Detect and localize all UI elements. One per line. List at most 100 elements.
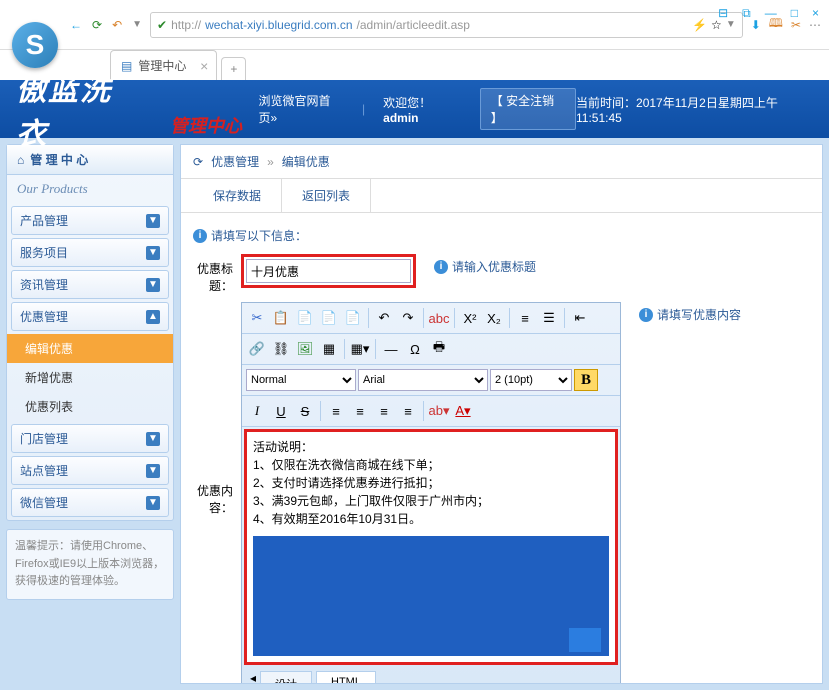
content-line: 活动说明：	[253, 438, 609, 456]
separator: |	[362, 102, 365, 116]
superscript-icon[interactable]: X²	[459, 307, 481, 329]
title-input[interactable]	[246, 259, 411, 283]
info-icon: i	[639, 308, 653, 322]
content-line: 3、满39元包邮，上门取件仅限于广州市内；	[253, 492, 609, 510]
italic-icon[interactable]: I	[246, 400, 268, 422]
pin-icon[interactable]: ⊟	[718, 6, 728, 21]
align-left-icon[interactable]: ≡	[325, 400, 347, 422]
sidebar-item-news[interactable]: 资讯管理▼	[11, 270, 169, 299]
ul-icon[interactable]: ☰	[538, 307, 560, 329]
restore-icon[interactable]: ⧉	[742, 6, 751, 21]
paste-word-icon[interactable]: 📄	[342, 307, 364, 329]
tab-handle-icon[interactable]: ◂	[250, 671, 256, 683]
strike-icon[interactable]: S	[294, 400, 316, 422]
chevron-down-icon: ▼	[146, 246, 160, 260]
breadcrumb-l1[interactable]: 优惠管理	[211, 153, 259, 170]
editor-content[interactable]: 活动说明： 1、仅限在洗衣微信商城在线下单； 2、支付时请选择优惠券进行抵扣； …	[244, 429, 618, 665]
save-button[interactable]: 保存数据	[193, 179, 282, 212]
sidebar-tip: 温馨提示：请使用Chrome、Firefox或IE9以上版本浏览器，获得极速的管…	[6, 529, 174, 600]
content-image-placeholder	[253, 536, 609, 656]
font-select[interactable]: Arial	[358, 369, 488, 391]
info-icon: i	[434, 260, 448, 274]
sidebar-item-site[interactable]: 站点管理▼	[11, 456, 169, 485]
info-icon: i	[193, 229, 207, 243]
shield-icon: ✔	[157, 18, 167, 32]
url-domain: wechat-xiyi.bluegrid.com.cn	[205, 18, 352, 32]
chevron-up-icon: ▲	[146, 310, 160, 324]
highlight-icon[interactable]: ab▾	[428, 400, 450, 422]
sidebar-item-add-promo[interactable]: 新增优惠	[7, 363, 173, 392]
undo-icon[interactable]: ↶	[373, 307, 395, 329]
sidebar-item-service[interactable]: 服务项目▼	[11, 238, 169, 267]
refresh-icon[interactable]: ⟳	[193, 155, 203, 169]
unlink-icon[interactable]: ⛓	[270, 338, 292, 360]
tab-title: 管理中心	[138, 57, 186, 74]
image-icon[interactable]: 🖼	[294, 338, 316, 360]
sidebar-item-product[interactable]: 产品管理▼	[11, 206, 169, 235]
char-icon[interactable]: Ω	[404, 338, 426, 360]
text-color-icon[interactable]: A▾	[452, 400, 474, 422]
back-button[interactable]: 返回列表	[282, 179, 371, 212]
sidebar-item-edit-promo[interactable]: 编辑优惠	[7, 334, 173, 363]
align-justify-icon[interactable]: ≡	[397, 400, 419, 422]
paste-icon[interactable]: 📄	[294, 307, 316, 329]
maximize-icon[interactable]: □	[791, 6, 798, 21]
lightning-icon[interactable]: ⚡	[692, 18, 707, 32]
bold-button[interactable]: B	[574, 369, 598, 391]
tab-html[interactable]: HTML	[316, 671, 376, 683]
align-right-icon[interactable]: ≡	[373, 400, 395, 422]
content-line: 1、仅限在洗衣微信商城在线下单；	[253, 456, 609, 474]
cut-icon[interactable]: ✂	[246, 307, 268, 329]
url-path: /admin/articleedit.asp	[357, 18, 470, 32]
tab-design[interactable]: 设计	[260, 671, 312, 683]
paste-text-icon[interactable]: 📄	[318, 307, 340, 329]
content-line: 2、支付时请选择优惠券进行抵扣；	[253, 474, 609, 492]
link-icon[interactable]: 🔗	[246, 338, 268, 360]
chevron-down-icon: ▼	[146, 214, 160, 228]
content-line: 4、有效期至2016年10月31日。	[253, 510, 609, 528]
subscript-icon[interactable]: X₂	[483, 307, 505, 329]
url-protocol: http://	[171, 18, 201, 32]
copy-icon[interactable]: 📋	[270, 307, 292, 329]
size-select[interactable]: 2 (10pt)	[490, 369, 572, 391]
underline-icon[interactable]: U	[270, 400, 292, 422]
close-window-icon[interactable]: ×	[812, 6, 819, 21]
sidebar-item-wechat[interactable]: 微信管理▼	[11, 488, 169, 517]
format-select[interactable]: Normal	[246, 369, 356, 391]
minimize-icon[interactable]: —	[765, 6, 777, 21]
sidebar-item-promo-list[interactable]: 优惠列表	[7, 392, 173, 421]
form-hint: i请填写以下信息：	[193, 221, 810, 250]
logout-button[interactable]: 【 安全注销 】	[480, 88, 576, 130]
site-logo-sub: 管理中心	[170, 112, 242, 138]
content-label: 优惠内容：	[193, 302, 233, 516]
sidebar-item-store[interactable]: 门店管理▼	[11, 424, 169, 453]
outdent-icon[interactable]: ⇤	[569, 307, 591, 329]
ol-icon[interactable]: ≡	[514, 307, 536, 329]
browse-home-link[interactable]: 浏览微官网首页»	[258, 92, 344, 126]
table-icon[interactable]: ▦▾	[349, 338, 371, 360]
media-icon[interactable]: ▦	[318, 338, 340, 360]
undo-icon[interactable]: ↶	[112, 18, 122, 32]
title-hint: i请输入优惠标题	[434, 254, 536, 275]
chevron-down-icon[interactable]: ▼	[132, 19, 142, 30]
spellcheck-icon[interactable]: abc	[428, 307, 450, 329]
content-hint: i请填写优惠内容	[639, 302, 741, 323]
home-icon: ⌂	[17, 153, 24, 167]
browser-logo: S	[12, 22, 58, 68]
address-bar[interactable]: ✔ http:// wechat-xiyi.bluegrid.com.cn/adm…	[150, 12, 743, 38]
print-icon[interactable]: 🖶	[428, 338, 450, 360]
reload-icon[interactable]: ⟳	[92, 18, 102, 32]
close-tab-icon[interactable]: ×	[200, 58, 208, 74]
redo-icon[interactable]: ↷	[397, 307, 419, 329]
sidebar-subtitle: Our Products	[7, 175, 173, 203]
breadcrumb: ⟳ 优惠管理 » 编辑优惠	[181, 145, 822, 179]
back-icon[interactable]: ←	[70, 18, 82, 32]
sidebar-item-promo[interactable]: 优惠管理▲	[11, 302, 169, 331]
align-center-icon[interactable]: ≡	[349, 400, 371, 422]
new-tab-button[interactable]: +	[221, 57, 246, 80]
breadcrumb-l2: 编辑优惠	[282, 153, 330, 170]
username: admin	[383, 111, 418, 125]
hr-icon[interactable]: —	[380, 338, 402, 360]
chevron-down-icon: ▼	[146, 496, 160, 510]
site-logo: 傲蓝洗衣	[16, 65, 138, 153]
